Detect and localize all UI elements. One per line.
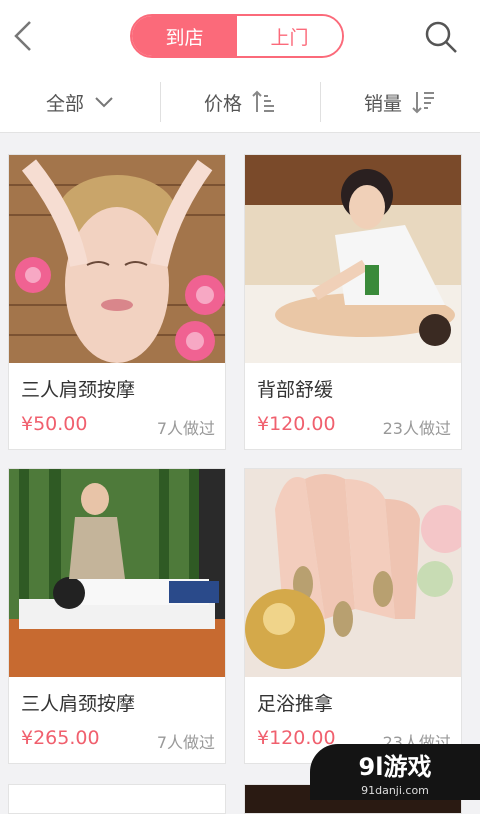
top-bar: 到店 上门	[0, 0, 480, 73]
store-mode-toggle: 到店 上门	[130, 14, 344, 58]
product-price: ¥50.00	[21, 413, 88, 435]
product-price: ¥120.00	[257, 727, 336, 749]
chevron-down-icon	[95, 97, 113, 108]
site-watermark: 9l游戏 91danji.com	[310, 744, 480, 800]
product-title: 三人肩颈按摩	[21, 693, 136, 715]
product-title: 足浴推拿	[257, 693, 334, 715]
product-sales-count: 7人做过	[156, 733, 215, 752]
filter-price-label: 价格	[203, 92, 242, 115]
tab-home-service[interactable]: 上门	[237, 16, 342, 56]
sort-ascending-icon	[252, 90, 274, 112]
product-price: ¥120.00	[257, 413, 336, 435]
filter-sales-label: 销量	[363, 92, 402, 115]
watermark-logo-text: 9l游戏	[358, 753, 432, 781]
product-image-nails	[245, 469, 461, 677]
product-title: 三人肩颈按摩	[21, 379, 136, 401]
filter-all[interactable]: 全部	[0, 72, 160, 132]
filter-all-label: 全部	[45, 92, 84, 115]
watermark-url: 91danji.com	[361, 784, 429, 797]
filter-sales[interactable]: 销量	[320, 72, 480, 132]
product-image-back-massage	[245, 155, 461, 363]
product-sales-count: 23人做过	[382, 419, 451, 438]
product-price: ¥265.00	[21, 727, 100, 749]
filter-bar: 全部 价格 销量	[0, 72, 480, 133]
product-sales-count: 7人做过	[156, 419, 215, 438]
product-title: 背部舒缓	[257, 379, 334, 401]
sort-descending-icon	[412, 92, 434, 114]
tab-in-store[interactable]: 到店	[132, 16, 237, 56]
product-card[interactable]: 背部舒缓 ¥120.00 23人做过	[244, 154, 462, 450]
search-icon[interactable]	[422, 18, 460, 56]
filter-price[interactable]: 价格	[160, 72, 320, 132]
back-arrow-icon[interactable]	[10, 18, 38, 54]
product-card[interactable]: 三人肩颈按摩 ¥50.00 7人做过	[8, 154, 226, 450]
product-card[interactable]	[8, 784, 226, 814]
product-card[interactable]: 三人肩颈按摩 ¥265.00 7人做过	[8, 468, 226, 764]
product-image-face-massage	[9, 155, 225, 363]
product-card[interactable]: 足浴推拿 ¥120.00 23人做过	[244, 468, 462, 764]
product-image-massage-table	[9, 469, 225, 677]
